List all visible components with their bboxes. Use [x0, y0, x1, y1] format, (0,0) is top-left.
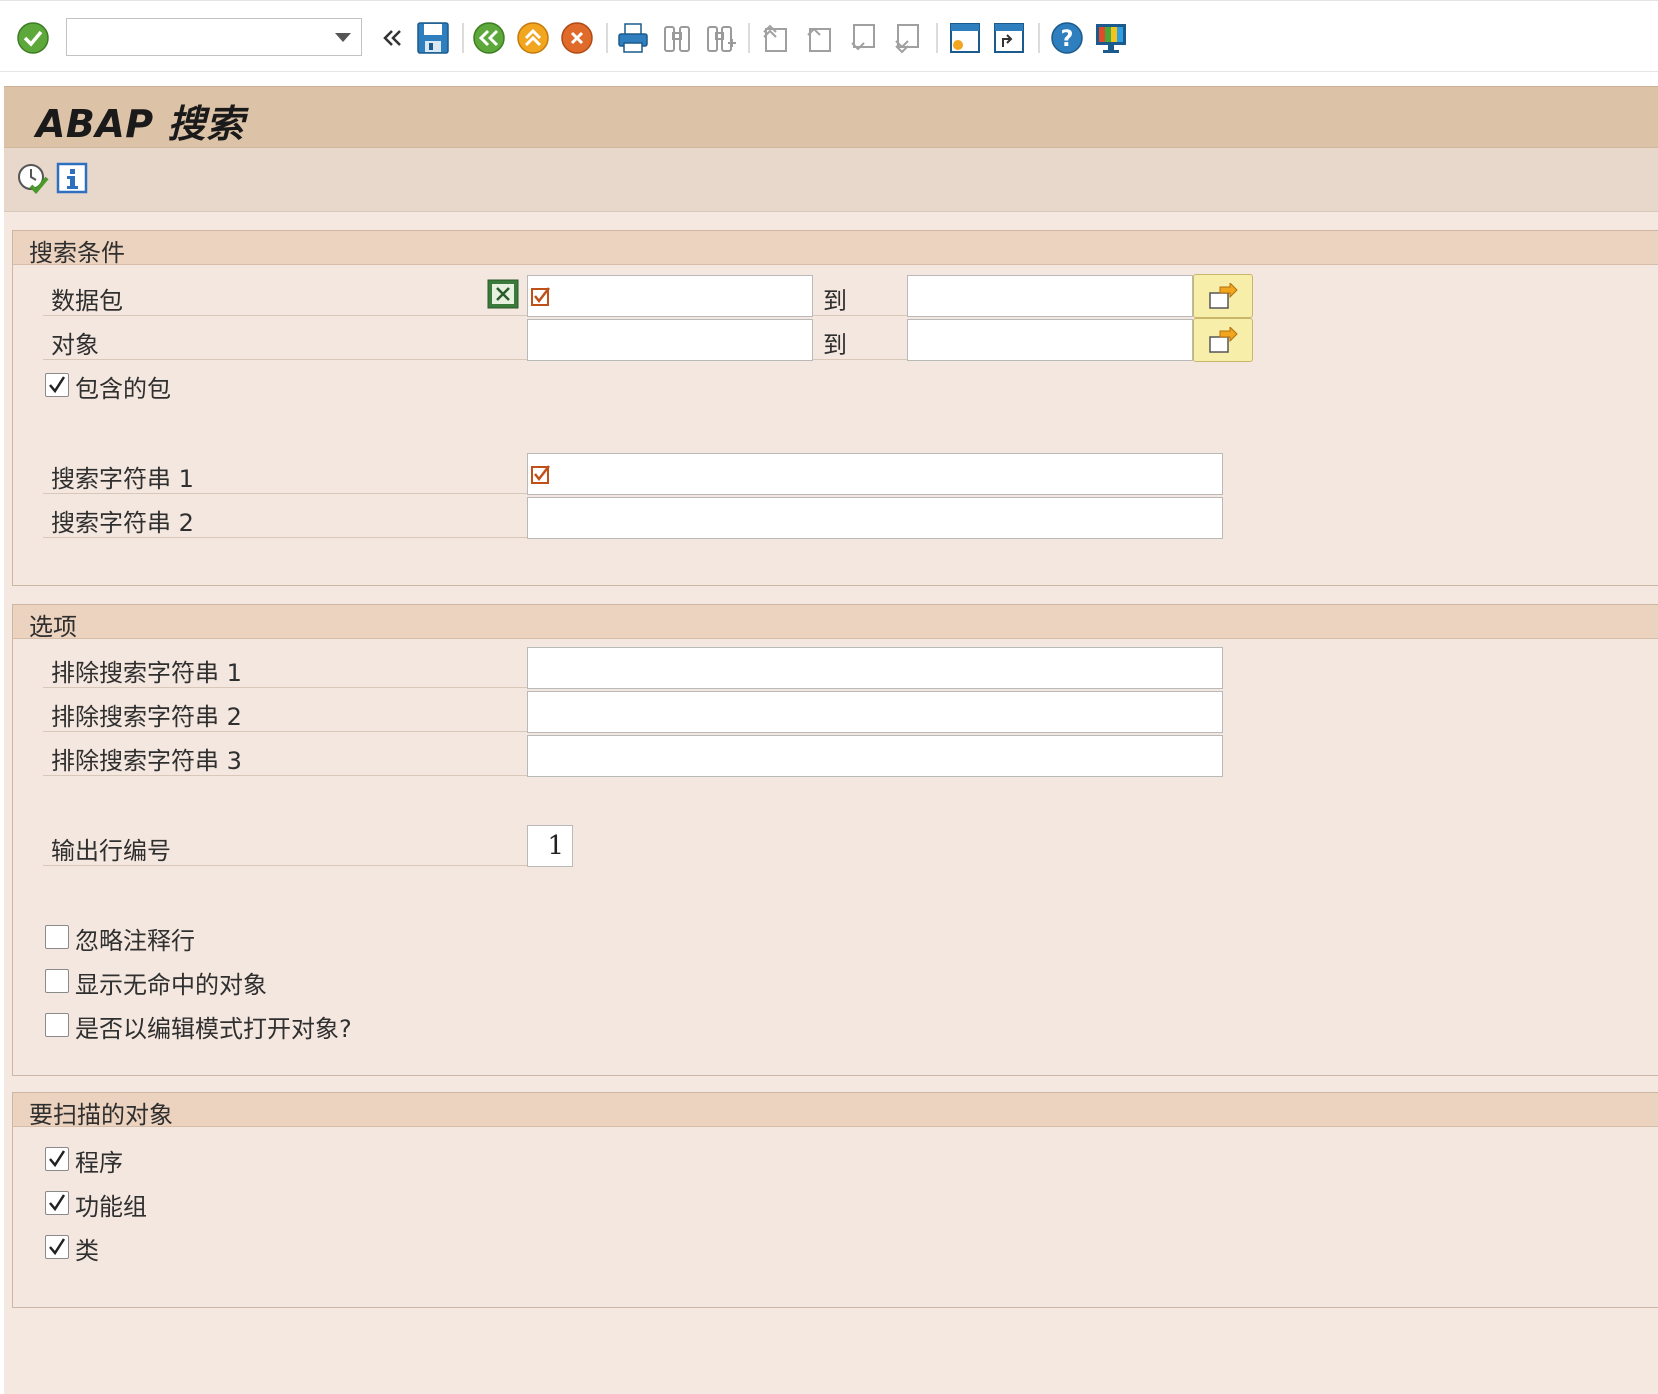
objects-to-scan-title: 要扫描的对象 — [29, 1101, 173, 1129]
required-checkmark-icon — [531, 287, 550, 306]
output-lines-value: 1 — [547, 831, 564, 861]
package-low-input[interactable] — [527, 275, 813, 317]
last-page-icon[interactable] — [890, 21, 924, 55]
row-underline — [813, 315, 907, 316]
output-lines-input[interactable]: 1 — [527, 825, 573, 867]
object-low-input[interactable] — [527, 319, 813, 361]
first-page-icon[interactable] — [758, 21, 792, 55]
object-to-label: 到 — [823, 331, 847, 359]
row-underline — [43, 537, 527, 538]
find-icon[interactable] — [660, 21, 694, 55]
show-no-hit-objects-checkbox[interactable] — [45, 969, 69, 993]
checkmark-icon — [49, 1150, 66, 1168]
checkmark-icon — [49, 1238, 66, 1256]
toolbar-separator — [1038, 23, 1040, 53]
row-underline — [43, 731, 527, 732]
row-underline — [43, 775, 527, 776]
row-underline — [813, 359, 907, 360]
customize-layout-icon[interactable] — [1094, 21, 1128, 55]
create-shortcut-icon[interactable] — [992, 21, 1026, 55]
enter-icon[interactable] — [16, 21, 50, 55]
exclude-string-1-input[interactable] — [527, 647, 1223, 689]
exclude-string-3-label: 排除搜索字符串 3 — [51, 747, 242, 775]
required-checkmark-icon — [531, 465, 550, 484]
function-groups-checkbox[interactable] — [45, 1191, 69, 1215]
package-label: 数据包 — [51, 287, 123, 315]
exclude-string-1-label: 排除搜索字符串 1 — [51, 659, 242, 687]
exclude-string-3-input[interactable] — [527, 735, 1223, 777]
row-underline — [43, 493, 527, 494]
package-multiple-selection-button[interactable] — [1193, 274, 1253, 318]
selection-options-icon[interactable] — [487, 279, 519, 309]
row-underline — [43, 687, 527, 688]
programs-label: 程序 — [75, 1149, 123, 1177]
objects-to-scan-group: 要扫描的对象 程序 功能组 类 — [12, 1092, 1658, 1308]
show-no-hit-objects-label: 显示无命中的对象 — [75, 971, 267, 999]
previous-page-icon[interactable] — [802, 21, 836, 55]
save-icon[interactable] — [416, 21, 450, 55]
row-underline — [43, 865, 527, 866]
toolbar-separator — [936, 23, 938, 53]
options-group: 选项 排除搜索字符串 1 排除搜索字符串 2 排除搜索字符串 3 输出行编号 1… — [12, 604, 1658, 1076]
checkmark-icon — [49, 1194, 66, 1212]
ignore-comments-checkbox[interactable] — [45, 925, 69, 949]
search-string-2-label: 搜索字符串 2 — [51, 509, 194, 537]
execute-icon[interactable] — [16, 162, 50, 196]
row-underline — [43, 315, 527, 316]
svg-text:?: ? — [1061, 27, 1074, 52]
include-subpackages-checkbox[interactable] — [45, 373, 69, 397]
output-lines-label: 输出行编号 — [51, 837, 171, 865]
object-high-input[interactable] — [907, 319, 1193, 361]
command-field-dropdown-icon[interactable] — [335, 33, 351, 42]
search-criteria-title: 搜索条件 — [29, 239, 125, 267]
search-criteria-header: 搜索条件 — [13, 231, 1658, 267]
package-to-label: 到 — [823, 287, 847, 315]
selection-screen: 搜索条件 数据包 到 对象 到 包含的包 搜索字符串 1 搜索字符串 2 选项 … — [4, 212, 1658, 1394]
page-title: ABAP 搜索 — [36, 102, 245, 146]
include-subpackages-label: 包含的包 — [75, 375, 171, 403]
command-field[interactable] — [66, 18, 362, 56]
title-bar: ABAP 搜索 — [4, 86, 1658, 148]
collapse-icon[interactable] — [376, 21, 410, 55]
search-criteria-group: 搜索条件 数据包 到 对象 到 包含的包 搜索字符串 1 搜索字符串 2 — [12, 230, 1658, 586]
ignore-comments-label: 忽略注释行 — [75, 927, 195, 955]
multiple-selection-icon — [1209, 327, 1238, 353]
cancel-icon[interactable] — [560, 21, 594, 55]
checkmark-icon — [49, 376, 66, 394]
back-icon[interactable] — [472, 21, 506, 55]
object-label: 对象 — [51, 331, 99, 359]
next-page-icon[interactable] — [846, 21, 880, 55]
multiple-selection-icon — [1209, 283, 1238, 309]
options-header: 选项 — [13, 605, 1658, 641]
exclude-string-2-input[interactable] — [527, 691, 1223, 733]
toolbar-separator — [462, 23, 464, 53]
exclude-string-2-label: 排除搜索字符串 2 — [51, 703, 242, 731]
search-string-1-label: 搜索字符串 1 — [51, 465, 194, 493]
application-toolbar — [4, 148, 1658, 212]
open-edit-mode-label: 是否以编辑模式打开对象? — [75, 1015, 352, 1043]
programs-checkbox[interactable] — [45, 1147, 69, 1171]
info-icon[interactable] — [56, 162, 88, 194]
toolbar-separator — [748, 23, 750, 53]
row-underline — [43, 359, 527, 360]
create-session-icon[interactable] — [948, 21, 982, 55]
classes-label: 类 — [75, 1237, 99, 1265]
options-title: 选项 — [29, 613, 77, 641]
object-multiple-selection-button[interactable] — [1193, 318, 1253, 362]
classes-checkbox[interactable] — [45, 1235, 69, 1259]
function-groups-label: 功能组 — [75, 1193, 147, 1221]
open-edit-mode-checkbox[interactable] — [45, 1013, 69, 1037]
objects-to-scan-header: 要扫描的对象 — [13, 1093, 1658, 1129]
system-toolbar: ? — [0, 0, 1658, 72]
help-icon[interactable]: ? — [1050, 21, 1084, 55]
exit-icon[interactable] — [516, 21, 550, 55]
package-high-input[interactable] — [907, 275, 1193, 317]
toolbar-separator — [606, 23, 608, 53]
search-string-2-input[interactable] — [527, 497, 1223, 539]
print-icon[interactable] — [616, 21, 650, 55]
find-next-icon[interactable] — [704, 21, 738, 55]
search-string-1-input[interactable] — [527, 453, 1223, 495]
